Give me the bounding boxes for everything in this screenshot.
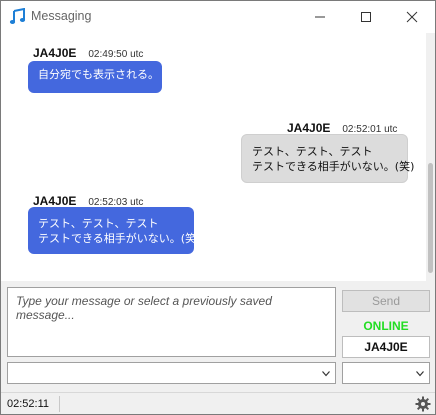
chevron-down-icon [322, 371, 330, 377]
music-note-icon [9, 8, 26, 24]
message-time: 02:49:50 utc [88, 49, 144, 60]
connection-status: ONLINE [363, 319, 409, 333]
maximize-icon [361, 12, 371, 22]
minimize-button[interactable] [297, 1, 343, 33]
chevron-down-icon [416, 371, 424, 377]
gear-icon[interactable] [415, 396, 431, 412]
chat-history[interactable]: JA4J0E 02:49:50 utc 自分宛でも表示される。 JA4J0E 02:… [1, 33, 435, 281]
message-sender: JA4J0E [33, 46, 77, 60]
title-bar: Messaging [1, 1, 435, 33]
message-sender: JA4J0E [287, 121, 331, 135]
maximize-button[interactable] [343, 1, 389, 33]
minimize-icon [315, 16, 325, 18]
messaging-window: Messaging JA4J0E 02:49:50 utc 自分宛でも表示される。 [0, 0, 436, 415]
message-header: JA4J0E 02:49:50 utc [33, 44, 143, 62]
status-divider [59, 396, 60, 412]
message-line: テスト、テスト、テスト [252, 145, 373, 158]
message-line: テストできる相手がいない。(笑) [252, 160, 415, 173]
message-bubble-incoming: テスト、テスト、テスト テストできる相手がいない。(笑) [28, 207, 201, 254]
send-button[interactable]: Send [342, 290, 430, 312]
message-line: テストできる相手がいない。(笑) [38, 232, 201, 245]
message-line: 自分宛でも表示される。 [38, 68, 159, 81]
chat-scrollbar[interactable] [426, 33, 435, 281]
message-bubble-outgoing: テスト、テスト、テスト テストできる相手がいない。(笑) [241, 134, 415, 183]
scrollbar-thumb[interactable] [428, 163, 433, 273]
message-line: テスト、テスト、テスト [38, 217, 159, 230]
status-bar: 02:52:11 [1, 392, 435, 414]
utc-clock: 02:52:11 [7, 398, 50, 410]
message-input[interactable] [7, 287, 336, 357]
close-icon [406, 11, 418, 23]
message-sender: JA4J0E [33, 194, 77, 208]
saved-message-select[interactable] [7, 362, 336, 384]
message-bubble-incoming: 自分宛でも表示される。 [28, 61, 162, 93]
callsign-select[interactable] [342, 362, 430, 384]
callsign-display: JA4J0E [342, 336, 430, 358]
window-title: Messaging [31, 9, 92, 23]
close-button[interactable] [389, 1, 435, 33]
